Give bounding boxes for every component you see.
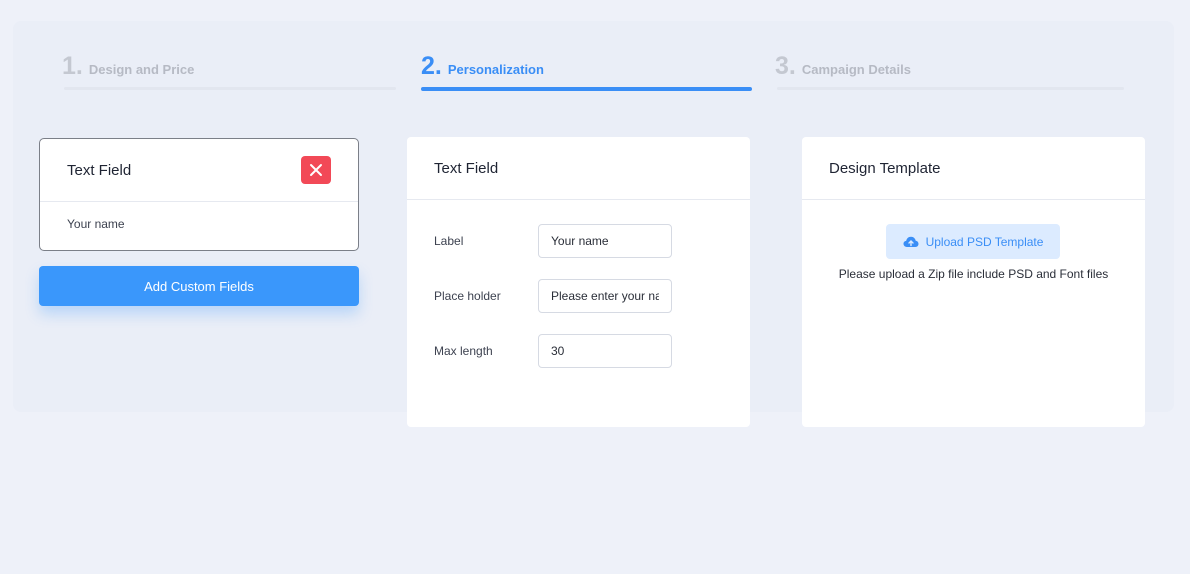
design-template-title: Design Template <box>829 159 941 177</box>
field-preview-card[interactable]: Text Field Your name <box>39 138 359 251</box>
max-length-caption: Max length <box>434 344 493 358</box>
field-settings-card: Text Field Label Place holder Max length <box>407 137 750 427</box>
field-preview-header: Text Field <box>40 139 358 202</box>
step-label: Design and Price <box>88 62 195 77</box>
step-label: Personalization <box>447 62 544 77</box>
step-design-and-price[interactable]: 1. Design and Price <box>62 52 396 92</box>
step-label: Campaign Details <box>801 62 911 77</box>
label-row: Label <box>434 224 672 258</box>
label-input[interactable] <box>538 224 672 258</box>
field-settings-header: Text Field <box>407 137 750 200</box>
field-preview-title: Text Field <box>67 161 132 179</box>
max-length-row: Max length <box>434 334 672 368</box>
placeholder-input[interactable] <box>538 279 672 313</box>
delete-field-button[interactable] <box>301 156 331 184</box>
placeholder-caption: Place holder <box>434 289 501 303</box>
design-template-header: Design Template <box>802 137 1145 200</box>
add-custom-fields-button[interactable]: Add Custom Fields <box>39 266 359 306</box>
step-progress-bar <box>777 87 1124 90</box>
label-caption: Label <box>434 234 464 248</box>
step-progress-bar <box>64 87 396 90</box>
step-progress-bar <box>421 87 752 91</box>
max-length-input[interactable] <box>538 334 672 368</box>
field-preview-value: Your name <box>67 217 125 231</box>
step-campaign-details[interactable]: 3. Campaign Details <box>775 52 1124 92</box>
design-template-card: Design Template Upload PSD Template Plea… <box>802 137 1145 427</box>
field-settings-title: Text Field <box>434 159 499 177</box>
upload-psd-template-button[interactable]: Upload PSD Template <box>886 224 1060 259</box>
step-personalization[interactable]: 2. Personalization <box>421 52 752 92</box>
placeholder-row: Place holder <box>434 279 672 313</box>
cloud-upload-icon <box>903 236 919 247</box>
upload-instructions: Please upload a Zip file include PSD and… <box>838 267 1109 281</box>
upload-button-label: Upload PSD Template <box>925 234 1044 249</box>
close-icon <box>310 164 322 176</box>
step-number: 3. <box>775 52 796 80</box>
step-number: 1. <box>62 52 83 80</box>
step-number: 2. <box>421 52 442 80</box>
